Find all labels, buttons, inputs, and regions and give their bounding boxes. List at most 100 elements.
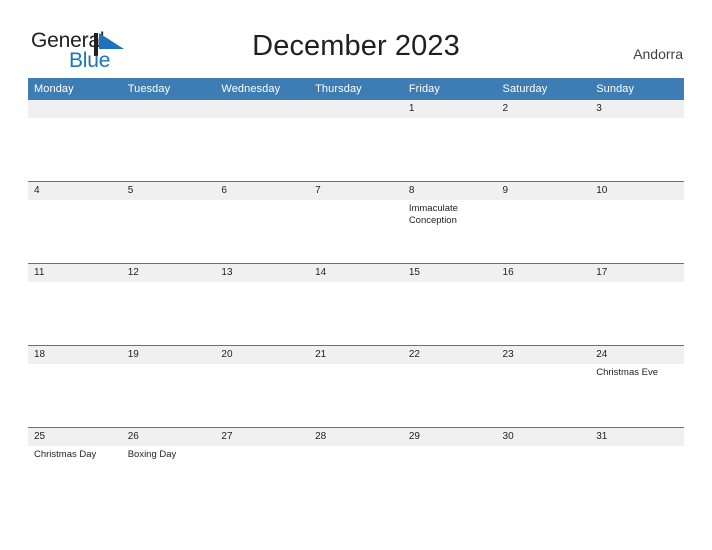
day-number: 20 [215,346,310,364]
calendar-day-cell[interactable]: 9 [496,181,591,264]
calendar-day: 30 [496,428,591,509]
day-number: 1 [402,100,497,118]
calendar-day-cell[interactable]: 18 [28,345,122,428]
day-number: 16 [496,264,591,282]
calendar-day-cell[interactable]: 30 [496,427,591,509]
weekday-header-monday: Monday [28,78,122,100]
calendar-day-cell[interactable]: 24 Christmas Eve [590,345,684,428]
day-number: 31 [590,428,684,446]
day-events [309,282,403,285]
calendar-day-cell[interactable]: 22 [402,345,497,428]
calendar-day-cell[interactable]: 12 [121,263,216,346]
calendar-day-cell[interactable]: 20 [215,345,310,428]
calendar-day-cell[interactable]: 31 [590,427,684,509]
calendar-day-cell[interactable]: 6 [215,181,310,264]
calendar-day-cell[interactable]: 27 [215,427,310,509]
calendar-day-cell[interactable]: 25 Christmas Day [28,427,122,509]
day-number: 11 [28,264,122,282]
calendar-day-cell[interactable]: 28 [309,427,403,509]
calendar-day-cell[interactable]: 13 [215,263,310,346]
calendar-day: 5 [121,182,216,263]
calendar-day-cell[interactable]: 16 [496,263,591,346]
weekday-header-friday: Friday [402,78,497,100]
calendar-day-cell[interactable]: 21 [309,345,403,428]
calendar-day: 10 [590,182,684,263]
day-events [497,364,591,367]
calendar-day-cell[interactable]: 23 [496,345,591,428]
day-events [403,446,497,449]
calendar-day-cell[interactable]: 3 [590,100,684,182]
day-events: Christmas Day [28,446,122,461]
calendar-day-cell[interactable]: 4 [28,181,122,264]
weekday-header-thursday: Thursday [309,78,403,100]
day-events: Boxing Day [122,446,216,461]
calendar-week-row: 18 19 20 21 22 23 24 Christmas Eve [28,345,684,428]
page-title: December 2023 [252,30,460,62]
calendar-day: 18 [28,346,122,427]
calendar-week-row: 123 [28,100,684,182]
day-events [497,282,591,285]
calendar-day-cell[interactable]: 10 [590,181,684,264]
calendar-page: General Blue December 2023 Andorra Monda… [0,0,712,550]
calendar-day-cell[interactable]: 5 [121,181,216,264]
calendar-day-cell[interactable] [28,100,122,182]
calendar-day-cell[interactable]: 29 [402,427,497,509]
day-events [309,200,403,203]
day-number: 24 [590,346,684,364]
day-events: Christmas Eve [590,364,684,379]
day-number: 5 [121,182,216,200]
calendar-week-row: 11 12 13 14 15 16 17 [28,263,684,346]
day-events [590,118,684,121]
day-events [215,364,309,367]
day-events [28,200,122,203]
day-events [309,446,403,449]
calendar-day-cell[interactable]: 7 [309,181,403,264]
day-number [28,100,122,118]
day-events [28,118,122,121]
calendar-day-cell[interactable] [309,100,403,182]
day-number: 14 [309,264,403,282]
calendar-day-cell[interactable]: 1 [402,100,497,182]
day-number: 6 [215,182,310,200]
day-events [28,282,122,285]
calendar-day: 20 [215,346,310,427]
day-events [497,446,591,449]
calendar-table: Monday Tuesday Wednesday Thursday Friday… [28,78,684,509]
calendar-day-cell[interactable]: 19 [121,345,216,428]
day-number: 17 [590,264,684,282]
day-number: 26 [121,428,216,446]
calendar-day: 9 [496,182,591,263]
day-events [122,282,216,285]
calendar-day: 7 [309,182,403,263]
calendar-day: 8 Immaculate Conception [402,182,497,263]
calendar-day-cell[interactable]: 26 Boxing Day [121,427,216,509]
day-events [590,200,684,203]
calendar-day: 16 [496,264,591,345]
page-header: General Blue December 2023 Andorra [0,0,712,78]
calendar-day-cell[interactable]: 8 Immaculate Conception [402,181,497,264]
calendar-body: 1 2 3 4 5 6 7 8 Immaculate Conception 9 10 11 12 13 14… [28,100,684,509]
day-events [122,364,216,367]
day-number: 23 [496,346,591,364]
calendar-day-cell[interactable]: 17 [590,263,684,346]
calendar-day-cell[interactable]: 11 [28,263,122,346]
calendar-day-cell[interactable]: 15 [402,263,497,346]
day-events [215,446,309,449]
calendar-day: 4 [28,182,122,263]
calendar-day-cell[interactable]: 14 [309,263,403,346]
calendar-day-cell[interactable]: 2 [496,100,591,182]
region-label: Andorra [633,46,683,62]
day-events [309,364,403,367]
calendar-day: 31 [590,428,684,509]
calendar-day-cell[interactable] [215,100,310,182]
calendar-day: 21 [309,346,403,427]
calendar-day-cell[interactable] [121,100,216,182]
calendar-day: 29 [402,428,497,509]
calendar-day: 26 Boxing Day [121,428,216,509]
day-number: 29 [402,428,497,446]
day-events [403,282,497,285]
calendar-week-row: 4 5 6 7 8 Immaculate Conception 9 10 [28,181,684,264]
day-events [28,364,122,367]
day-events [403,118,497,121]
holiday-event: Christmas Eve [596,367,658,378]
